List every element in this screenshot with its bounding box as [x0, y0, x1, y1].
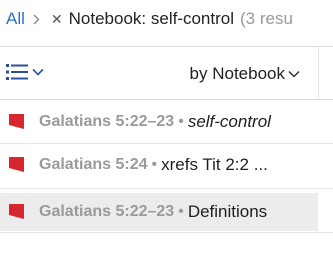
verse-reference: Galatians 5:24 [39, 156, 148, 173]
separator: • [178, 113, 184, 130]
sort-dropdown[interactable]: by Notebook [190, 60, 300, 88]
note-item-selected[interactable]: Galatians 5:22–23 • Definitions [0, 193, 318, 231]
chevron-right-icon [33, 14, 40, 25]
note-text: self-control [187, 112, 271, 131]
chevron-down-icon [32, 68, 44, 76]
divider [0, 46, 333, 47]
flag-icon [8, 113, 25, 131]
list-view-button[interactable] [4, 58, 44, 86]
note-item[interactable]: Galatians 5:24 • xrefs Tit 2:2 ... [0, 146, 318, 184]
list-view-icon [4, 61, 30, 83]
sort-label: by Notebook [189, 64, 285, 83]
flag-icon [8, 203, 25, 221]
divider [0, 99, 333, 100]
divider [0, 188, 333, 189]
result-count: (3 resu [240, 9, 293, 28]
breadcrumb-all-link[interactable]: All [6, 9, 25, 29]
chevron-down-icon [288, 70, 300, 78]
notebook-panel: All ✕ Notebook: self-control (3 resu by … [0, 0, 333, 257]
verse-reference: Galatians 5:22–23 [39, 203, 175, 220]
verse-reference: Galatians 5:22–23 [39, 113, 175, 130]
breadcrumb: All ✕ Notebook: self-control (3 resu [0, 0, 333, 38]
note-text: xrefs Tit 2:2 ... [161, 155, 268, 174]
note-item[interactable]: Galatians 5:22–23 • self-control [0, 103, 318, 141]
note-text: Definitions [187, 202, 268, 221]
divider-vertical [318, 46, 319, 100]
separator: • [151, 156, 158, 173]
close-icon[interactable]: ✕ [51, 11, 63, 28]
notebook-title: Notebook: self-control [68, 9, 235, 28]
flag-icon [8, 156, 25, 174]
divider [0, 232, 333, 233]
divider [0, 143, 333, 144]
separator: • [178, 203, 184, 220]
